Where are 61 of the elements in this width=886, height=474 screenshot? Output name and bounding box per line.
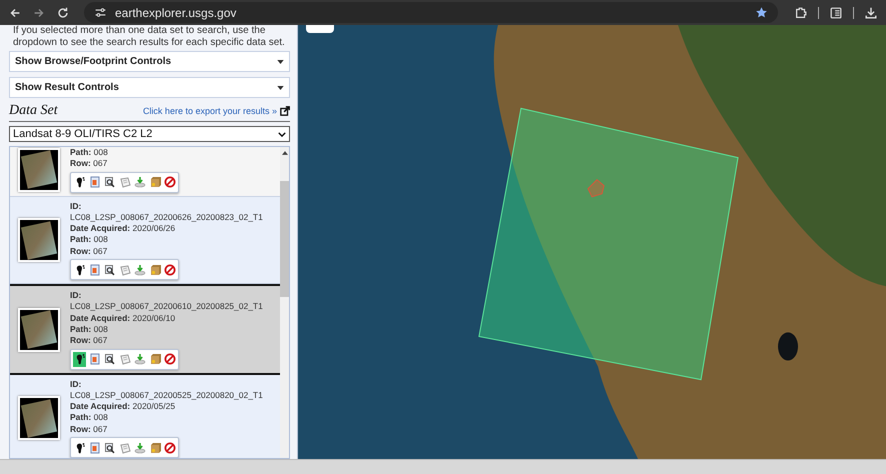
data-set-dropdown[interactable]: Landsat 8-9 OLI/TIRS C2 L2 xyxy=(9,126,290,142)
site-settings-icon[interactable] xyxy=(94,6,107,19)
field-text: Row: 067 xyxy=(70,158,108,170)
scene-thumbnail xyxy=(18,396,60,440)
export-results-link[interactable]: Click here to export your results » xyxy=(142,106,277,116)
field-text: Row: 067 xyxy=(70,335,108,347)
scene-thumbnail xyxy=(18,308,60,352)
toggle-controls-button[interactable]: Show Result Controls xyxy=(9,77,290,98)
field-text: Row: 067 xyxy=(70,424,108,436)
reading-list-icon[interactable] xyxy=(829,6,843,20)
bookmark-star-icon[interactable] xyxy=(755,6,768,19)
field-label: ID: xyxy=(70,290,82,302)
field-text: Date Acquired: 2020/05/25 xyxy=(70,401,176,412)
intro-text: If you selected more than one data set to search, use the dropdown to see the search results for each specific data set. xyxy=(12,25,286,49)
field-label: ID: xyxy=(70,378,82,390)
package-icon[interactable] xyxy=(148,176,160,188)
exclude-icon[interactable] xyxy=(164,176,176,188)
horizontal-scrollbar[interactable] xyxy=(0,459,886,474)
result-item[interactable]: Path: 008 Row: 067 xyxy=(10,147,280,197)
result-item[interactable]: ID: LC08_L2SP_008067_20200525_20200820_02_T1 Date Acquired: 2020/05/25 Path: 008 Row: 067 xyxy=(10,374,280,458)
field-text: Date Acquired: 2020/06/10 xyxy=(70,312,176,324)
field-text: Row: 067 xyxy=(70,246,108,258)
exclude-icon[interactable] xyxy=(164,264,176,276)
field-text: Path: 008 xyxy=(70,234,109,246)
field-text: Path: 008 xyxy=(70,412,109,424)
scrollbar[interactable] xyxy=(280,147,289,458)
scene-id: LC08_L2SP_008067_20200626_20200823_02_T1 xyxy=(70,212,263,224)
exclude-icon[interactable] xyxy=(164,353,176,366)
scene-thumbnail xyxy=(18,148,60,192)
result-item[interactable]: ID: LC08_L2SP_008067_20200626_20200823_02_T1 Date Acquired: 2020/06/26 Path: 008 Row: 067 xyxy=(10,196,280,284)
magnifier-icon[interactable] xyxy=(104,264,116,276)
magnifier-icon[interactable] xyxy=(104,176,116,188)
scene-id: LC08_L2SP_008067_20200525_20200820_02_T1 xyxy=(70,390,263,402)
data-set-heading: Data Set xyxy=(9,103,59,119)
dropdown-caret-icon xyxy=(277,86,284,90)
package-icon[interactable] xyxy=(148,353,160,366)
magnifier-icon[interactable] xyxy=(104,353,116,366)
scene-footprint[interactable] xyxy=(478,108,739,380)
extensions-icon[interactable] xyxy=(794,6,808,20)
field-label: ID: xyxy=(70,200,82,212)
download-icon[interactable] xyxy=(864,6,878,20)
dropdown-caret-icon xyxy=(277,60,284,64)
map-zoom-button[interactable] xyxy=(306,25,334,33)
result-item[interactable]: ID: LC08_L2SP_008067_20200610_20200825_02_T1 Date Acquired: 2020/06/10 Path: 008 Row: 067 xyxy=(10,284,280,375)
scroll-up-icon[interactable] xyxy=(282,151,288,155)
reload-icon[interactable] xyxy=(56,6,70,20)
chevron-down-icon xyxy=(278,132,286,136)
url-text: earthexplorer.usgs.gov xyxy=(115,6,238,20)
footprint-toggle[interactable] xyxy=(73,352,86,367)
package-icon[interactable] xyxy=(148,264,160,276)
external-link-icon[interactable] xyxy=(280,106,290,116)
exclude-icon[interactable] xyxy=(164,442,176,454)
package-icon[interactable] xyxy=(148,442,160,454)
address-bar[interactable]: earthexplorer.usgs.gov xyxy=(84,2,778,23)
field-text: Path: 008 xyxy=(70,147,109,158)
scene-id: LC08_L2SP_008067_20200610_20200825_02_T1 xyxy=(70,301,263,313)
field-text: Date Acquired: 2020/06/26 xyxy=(70,223,176,234)
toggle-controls-button[interactable]: Show Browse/Footprint Controls xyxy=(9,51,290,72)
magnifier-icon[interactable] xyxy=(104,442,116,454)
scene-thumbnail xyxy=(18,218,60,262)
field-text: Path: 008 xyxy=(70,324,109,336)
